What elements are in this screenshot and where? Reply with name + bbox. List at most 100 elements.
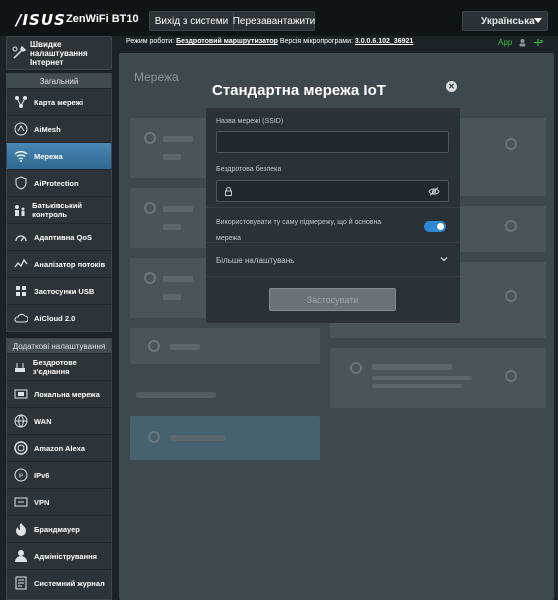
same-subnet-text: Використовувати ту саму підмережу, що й … [216, 219, 382, 242]
sidebar-item-label: Системний журнал [34, 578, 105, 588]
same-subnet-toggle[interactable] [424, 221, 446, 232]
alexa-icon [11, 438, 31, 458]
usb-status-icon[interactable] [533, 38, 543, 47]
parental-control-icon [11, 200, 29, 220]
quick-internet-setup[interactable]: Швидке налаштування Інтернет [6, 36, 112, 70]
sidebar-item-label: WAN [34, 416, 52, 426]
sidebar: Швидке налаштування Інтернет Загальний К… [6, 36, 112, 600]
general-menu: Загальний Карта мережі AiMesh Мережа AiP… [6, 73, 112, 332]
traffic-analyzer-icon [11, 254, 31, 274]
sidebar-item-network[interactable]: Мережа [7, 142, 111, 169]
placeholder-line [170, 435, 226, 441]
placeholder-line [372, 376, 472, 380]
mode-label: Режим роботи: [126, 38, 175, 45]
info-icon [350, 362, 362, 374]
model-name: ZenWiFi BT10 [66, 13, 139, 25]
top-bar: /ISUS ZenWiFi BT10 Вихід з системи Перез… [0, 0, 558, 36]
ssid-field[interactable] [216, 131, 449, 153]
sidebar-item-label: VPN [34, 497, 50, 507]
close-icon[interactable]: ✕ [446, 81, 457, 92]
aimesh-icon [11, 119, 31, 139]
eye-off-icon[interactable] [428, 187, 440, 196]
sidebar-item-label: AiCloud 2.0 [34, 313, 76, 323]
admin-icon [11, 546, 31, 566]
sidebar-item-label: Адаптивна QoS [34, 232, 92, 242]
sidebar-item-administration[interactable]: Адміністрування [7, 542, 111, 569]
sidebar-item-label: Адміністрування [34, 551, 98, 561]
sidebar-item-network-map[interactable]: Карта мережі [7, 88, 111, 115]
lock-icon [225, 187, 232, 196]
placeholder-line [163, 276, 193, 282]
sidebar-item-label: Мережа [34, 151, 63, 161]
sidebar-item-adaptive-qos[interactable]: Адаптивна QoS [7, 223, 111, 250]
info-icon [505, 290, 517, 302]
sidebar-item-alexa[interactable]: Amazon Alexa [7, 434, 111, 461]
network-map-icon [11, 92, 31, 112]
placeholder-line [163, 154, 181, 160]
sidebar-item-label: Батьківський контроль [32, 201, 83, 219]
placeholder-line [163, 224, 181, 230]
plus-icon [148, 340, 160, 352]
sidebar-item-ipv6[interactable]: IP IPv6 [7, 461, 111, 488]
aicloud-icon [11, 308, 31, 328]
sidebar-item-parental-control[interactable]: Батьківський контроль [7, 196, 111, 223]
modal-title: Стандартна мережа IoT [212, 82, 386, 99]
info-icon [505, 138, 517, 150]
placeholder-line [163, 136, 193, 142]
sidebar-item-label: Бездротове з'єднання [32, 358, 77, 376]
sidebar-item-label: AiMesh [34, 124, 61, 134]
password-input[interactable] [217, 181, 448, 201]
toggle-knob [437, 223, 444, 230]
placeholder-line [170, 344, 200, 350]
sidebar-item-traffic-analyzer[interactable]: Аналізатор потоків [7, 250, 111, 277]
ipv6-icon: IP [11, 465, 31, 485]
page-title: Мережа [134, 70, 179, 84]
sidebar-item-label: Аналізатор потоків [34, 259, 106, 269]
sidebar-item-aicloud[interactable]: AiCloud 2.0 [7, 304, 111, 331]
aiprotection-icon [11, 173, 31, 193]
sidebar-item-usb-apps[interactable]: Застосунки USB [7, 277, 111, 304]
sidebar-item-wan[interactable]: WAN [7, 407, 111, 434]
chevron-down-icon [440, 257, 448, 262]
logout-button[interactable]: Вихід з системи [149, 11, 234, 31]
general-section-title: Загальний [7, 74, 111, 88]
globe-icon [144, 202, 156, 214]
advanced-menu: Додаткові налаштування Бездротове з'єдна… [6, 338, 112, 600]
wifi-icon [11, 146, 31, 166]
sidebar-item-label: IPv6 [34, 470, 50, 480]
qos-icon [11, 227, 31, 247]
placeholder-line [372, 364, 452, 370]
info-icon [505, 370, 517, 382]
sidebar-item-label: Amazon Alexa [34, 443, 85, 453]
firmware-link[interactable]: 3.0.0.6.102_36921 [355, 38, 413, 45]
reboot-button[interactable]: Перезавантажити [233, 11, 315, 31]
chevron-down-icon [534, 18, 542, 23]
lan-icon [11, 384, 31, 404]
more-settings-row[interactable]: Більше налаштувань [206, 244, 460, 277]
sidebar-item-wireless[interactable]: Бездротове з'єднання [7, 353, 111, 380]
wan-icon [11, 411, 31, 431]
firewall-icon [11, 519, 31, 539]
sidebar-item-lan[interactable]: Локальна мережа [7, 380, 111, 407]
vpn-icon [11, 492, 31, 512]
syslog-icon [11, 573, 31, 593]
sidebar-item-label: AiProtection [34, 178, 79, 188]
sidebar-item-aiprotection[interactable]: AiProtection [7, 169, 111, 196]
info-icon [505, 220, 517, 232]
status-icons: App [498, 38, 543, 47]
ssid-input[interactable] [217, 132, 448, 152]
sidebar-item-firewall[interactable]: Брандмауер [7, 515, 111, 542]
sidebar-item-vpn[interactable]: VPN [7, 488, 111, 515]
language-select[interactable]: Українська [462, 11, 548, 31]
ssid-label: Назва мережі (SSID) [216, 118, 284, 125]
app-link[interactable]: App [498, 38, 512, 47]
globe-icon [144, 132, 156, 144]
mode-link[interactable]: Бездротовий маршрутизатор [176, 38, 278, 45]
security-field[interactable] [216, 180, 449, 202]
sidebar-item-aimesh[interactable]: AiMesh [7, 115, 111, 142]
sidebar-item-label: Брандмауер [34, 524, 80, 534]
sidebar-item-system-log[interactable]: Системний журнал [7, 569, 111, 596]
apply-button[interactable]: Застосувати [269, 288, 396, 311]
quick-setup-label: Швидке налаштування Інтернет [30, 39, 88, 67]
person-icon[interactable] [518, 38, 527, 47]
